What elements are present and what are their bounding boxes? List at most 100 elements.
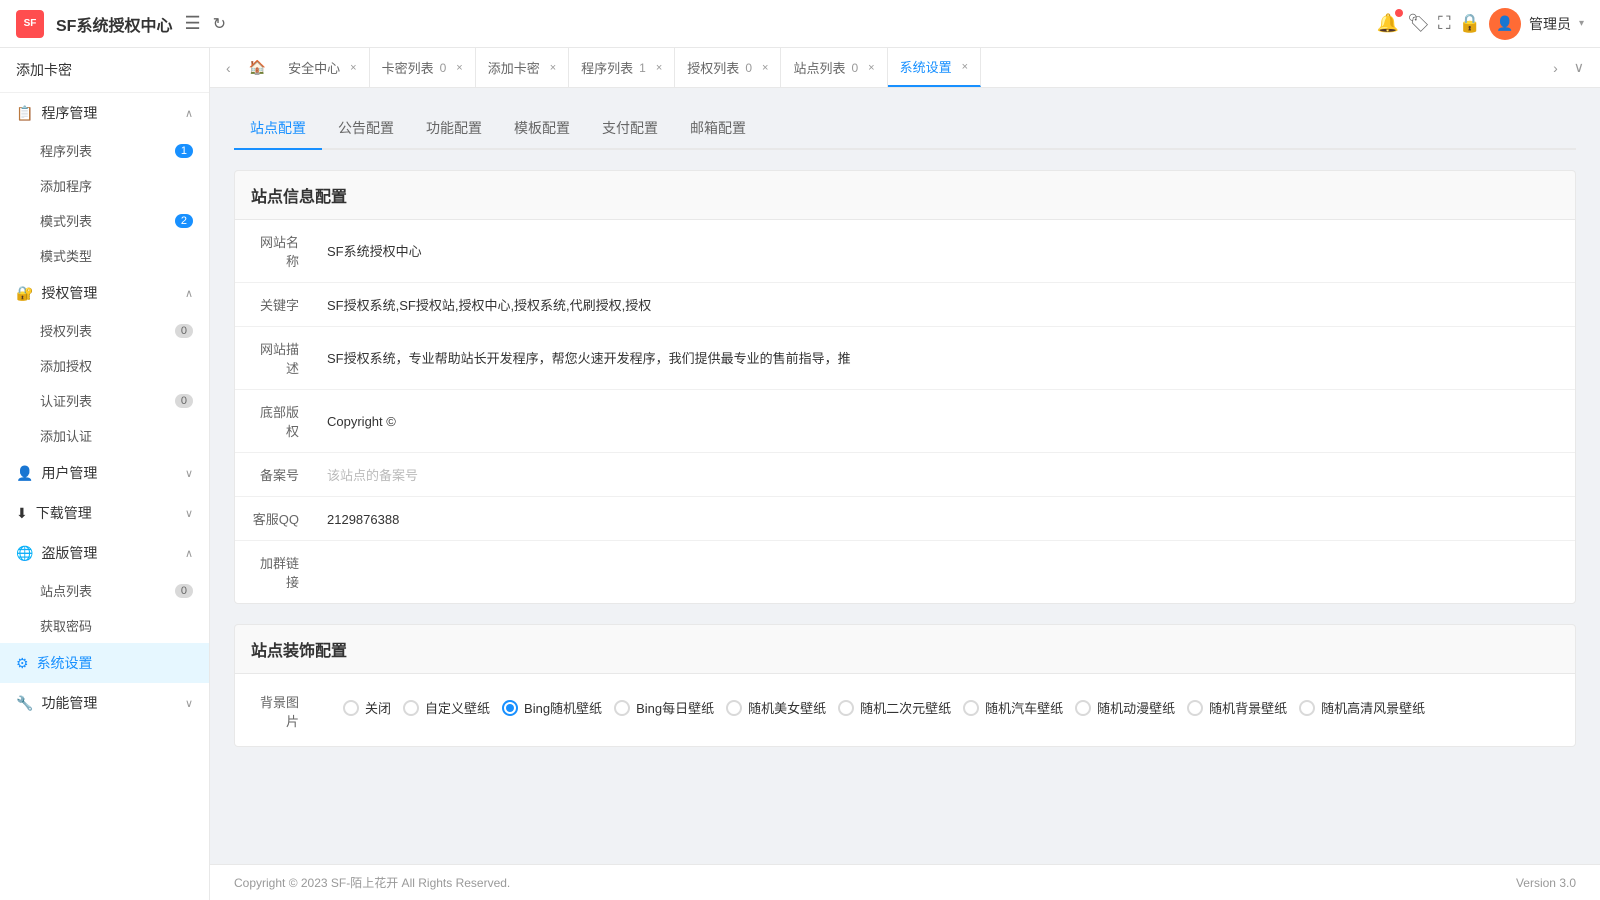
sidebar-item-auth-list[interactable]: 授权列表 0	[0, 313, 209, 348]
admin-dropdown-icon[interactable]: ▾	[1579, 18, 1584, 29]
sidebar-group-header-user[interactable]: 👤 用户管理 ∨	[0, 453, 209, 493]
form-row-site-name: 网站名称	[235, 220, 1575, 283]
system-group-icon: ⚙	[16, 655, 29, 672]
menu-toggle-icon[interactable]: ☰	[184, 13, 200, 34]
radio-bg-bg[interactable]: 随机背景壁纸	[1187, 698, 1287, 717]
sidebar-item-mode-type[interactable]: 模式类型	[0, 238, 209, 273]
tab-template-config[interactable]: 模板配置	[498, 108, 586, 150]
sidebar-item-get-password[interactable]: 获取密码	[0, 608, 209, 643]
sidebar-item-cert-list[interactable]: 认证列表 0	[0, 383, 209, 418]
tab-close-program-list[interactable]: ×	[656, 62, 662, 74]
sidebar-group-header-auth[interactable]: 🔐 授权管理 ∧	[0, 273, 209, 313]
tab-security-center[interactable]: 安全中心 ×	[276, 48, 369, 87]
add-card-button[interactable]: 添加卡密	[16, 62, 72, 78]
tab-close-add-card[interactable]: ×	[550, 62, 556, 74]
form-row-description: 网站描述	[235, 327, 1575, 390]
label-copyright: 底部版权	[235, 390, 315, 452]
function-group-label: 功能管理	[41, 693, 97, 713]
sidebar-group-user: 👤 用户管理 ∨	[0, 453, 209, 493]
sidebar-group-header-piracy[interactable]: 🌐 盗版管理 ∧	[0, 533, 209, 573]
input-keywords[interactable]	[327, 297, 1563, 312]
sidebar-item-program-list[interactable]: 程序列表 1	[0, 133, 209, 168]
radio-bg-anime[interactable]: 随机二次元壁纸	[838, 698, 951, 717]
input-copyright[interactable]	[327, 414, 1563, 429]
refresh-icon[interactable]: ↻	[213, 14, 226, 34]
tab-program-list[interactable]: 程序列表 1 ×	[569, 48, 675, 87]
tab-close-auth-list[interactable]: ×	[762, 62, 768, 74]
radio-bg-scenery[interactable]: 随机高清风景壁纸	[1299, 698, 1425, 717]
radio-bg-bing-daily[interactable]: Bing每日壁纸	[614, 698, 714, 717]
sidebar-group-header-function[interactable]: 🔧 功能管理 ∨	[0, 683, 209, 723]
tab-close-card-list[interactable]: ×	[456, 62, 462, 74]
footer: Copyright © 2023 SF-陌上花开 All Rights Rese…	[210, 864, 1600, 900]
lock-icon[interactable]: 🔒	[1459, 13, 1481, 34]
sidebar-item-add-program[interactable]: 添加程序	[0, 168, 209, 203]
user-chevron-icon: ∨	[185, 467, 193, 480]
tab-site-config[interactable]: 站点配置	[234, 108, 322, 150]
label-qq: 客服QQ	[235, 497, 315, 540]
tab-card-list[interactable]: 卡密列表 0 ×	[370, 48, 476, 87]
expand-icon[interactable]: ⛶	[1438, 13, 1451, 34]
user-group-label: 用户管理	[41, 463, 97, 483]
input-qq[interactable]	[327, 512, 1563, 527]
tab-site-list[interactable]: 站点列表 0 ×	[781, 48, 887, 87]
decoration-section-body: 背景图片 关闭 自定义壁纸	[234, 673, 1576, 747]
admin-label: 管理员	[1529, 14, 1571, 34]
form-row-copyright: 底部版权	[235, 390, 1575, 453]
site-info-section: 站点信息配置 网站名称 关键字 网站	[234, 170, 1576, 604]
input-icp[interactable]	[327, 468, 1563, 483]
sidebar-item-mode-list[interactable]: 模式列表 2	[0, 203, 209, 238]
radio-bg-bing-random[interactable]: Bing随机壁纸	[502, 698, 602, 717]
tab-email-config[interactable]: 邮箱配置	[674, 108, 762, 150]
tab-close-system-settings[interactable]: ×	[962, 61, 968, 73]
tab-add-card[interactable]: 添加卡密 ×	[476, 48, 569, 87]
sidebar: 添加卡密 📋 程序管理 ∧ 程序列表 1 添加程序 模式列表 2	[0, 48, 210, 900]
sidebar-group-header-program[interactable]: 📋 程序管理 ∧	[0, 93, 209, 133]
sidebar-group-header-system[interactable]: ⚙ 系统设置	[0, 643, 209, 683]
avatar: 👤	[1489, 8, 1521, 40]
label-description: 网站描述	[235, 327, 315, 389]
tab-auth-list[interactable]: 授权列表 0 ×	[675, 48, 781, 87]
input-group-link[interactable]	[327, 565, 1563, 580]
decoration-section-title: 站点装饰配置	[234, 624, 1576, 673]
form-row-qq: 客服QQ	[235, 497, 1575, 541]
radio-bg-girl[interactable]: 随机美女壁纸	[726, 698, 826, 717]
input-description[interactable]	[327, 350, 1563, 365]
tab-next-button[interactable]: ›	[1545, 48, 1566, 87]
form-row-keywords: 关键字	[235, 283, 1575, 327]
header-left: SF SF系统授权中心 ☰ ↻	[16, 10, 226, 38]
tab-function-config[interactable]: 功能配置	[410, 108, 498, 150]
function-chevron-icon: ∨	[185, 697, 193, 710]
label-bg: 背景图片	[235, 678, 315, 742]
tag-icon[interactable]: 🏷	[1407, 13, 1430, 34]
sidebar-item-site-list[interactable]: 站点列表 0	[0, 573, 209, 608]
tab-close-site-list[interactable]: ×	[868, 62, 874, 74]
sidebar-group-function: 🔧 功能管理 ∨	[0, 683, 209, 723]
tab-more-button[interactable]: ∨	[1566, 48, 1592, 87]
notification-icon[interactable]: 🔔	[1377, 13, 1399, 34]
radio-bg-off[interactable]: 关闭	[343, 698, 391, 717]
sidebar-group-header-download[interactable]: ⬇ 下载管理 ∨	[0, 493, 209, 533]
user-group-icon: 👤	[16, 465, 33, 482]
tab-home[interactable]: 🏠	[239, 48, 276, 87]
tab-system-settings[interactable]: 系统设置 ×	[888, 48, 981, 87]
input-site-name[interactable]	[327, 243, 1563, 258]
site-info-section-body: 网站名称 关键字 网站描述	[234, 219, 1576, 604]
sidebar-item-add-cert[interactable]: 添加认证	[0, 418, 209, 453]
content-area: ‹ 🏠 安全中心 × 卡密列表 0 × 添加卡密 × 程序列表 1 × 授权列表	[210, 48, 1600, 900]
radio-bg-animated[interactable]: 随机动漫壁纸	[1075, 698, 1175, 717]
function-group-icon: 🔧	[16, 695, 33, 712]
radio-bg-custom[interactable]: 自定义壁纸	[403, 698, 490, 717]
piracy-group-label: 盗版管理	[41, 543, 97, 563]
tab-close-security[interactable]: ×	[350, 62, 356, 74]
download-group-label: 下载管理	[36, 503, 92, 523]
sidebar-item-add-auth[interactable]: 添加授权	[0, 348, 209, 383]
sidebar-group-system: ⚙ 系统设置	[0, 643, 209, 683]
tab-payment-config[interactable]: 支付配置	[586, 108, 674, 150]
auth-group-icon: 🔐	[16, 285, 33, 302]
sidebar-group-piracy: 🌐 盗版管理 ∧ 站点列表 0 获取密码	[0, 533, 209, 643]
tab-notice-config[interactable]: 公告配置	[322, 108, 410, 150]
tab-prev-button[interactable]: ‹	[218, 48, 239, 87]
radio-bg-car[interactable]: 随机汽车壁纸	[963, 698, 1063, 717]
inner-tabs: 站点配置 公告配置 功能配置 模板配置 支付配置 邮箱配置	[234, 108, 1576, 150]
